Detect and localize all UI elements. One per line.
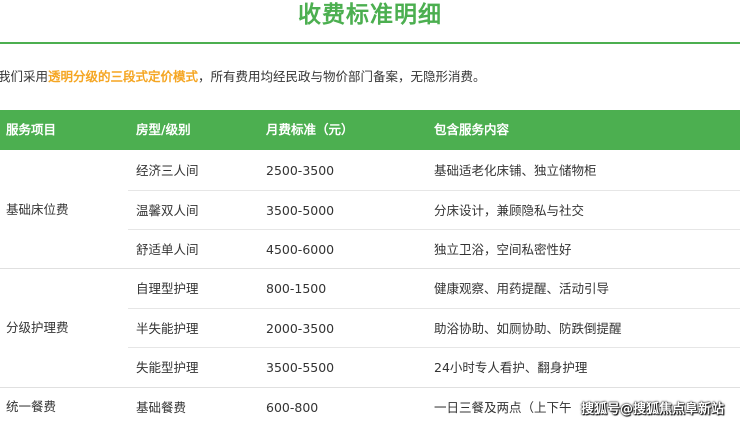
- row-content: 24小时专人看护、翻身护理: [434, 360, 588, 375]
- table-row: 半失能护理 2000-3500 助浴协助、如厕协助、防跌倒提醒: [0, 309, 740, 348]
- header-content: 包含服务内容: [434, 122, 510, 137]
- row-level: 自理型护理: [136, 281, 199, 296]
- intro-prefix: 我们采用: [0, 69, 49, 84]
- row-content: 独立卫浴，空间私密性好: [434, 242, 572, 257]
- row-price: 3500-5500: [266, 360, 335, 375]
- header-service: 服务项目: [6, 122, 57, 137]
- table-header: 服务项目 房型/级别 月费标准（元） 包含服务内容: [0, 110, 740, 150]
- row-level: 温馨双人间: [136, 203, 199, 218]
- row-content: 一日三餐及两点（上下午: [434, 400, 572, 415]
- row-level: 失能型护理: [136, 360, 199, 375]
- title-divider: [0, 42, 740, 44]
- row-level: 经济三人间: [136, 163, 199, 178]
- page-title: 收费标准明细: [298, 2, 442, 28]
- row-content: 基础适老化床铺、独立储物柜: [434, 163, 597, 178]
- table-row: 舒适单人间 4500-6000 独立卫浴，空间私密性好: [0, 230, 740, 269]
- row-content: 助浴协助、如厕协助、防跌倒提醒: [434, 321, 622, 336]
- row-level: 舒适单人间: [136, 242, 199, 257]
- row-price: 2000-3500: [266, 321, 335, 336]
- row-price: 3500-5000: [266, 203, 335, 218]
- row-content: 健康观察、用药提醒、活动引导: [434, 281, 610, 296]
- table-row: 经济三人间 2500-3500 基础适老化床铺、独立储物柜: [0, 151, 740, 190]
- row-level: 基础餐费: [136, 400, 187, 415]
- row-price: 600-800: [266, 400, 319, 415]
- table-row: 失能型护理 3500-5500 24小时专人看护、翻身护理: [0, 348, 740, 387]
- row-price: 800-1500: [266, 281, 327, 296]
- intro-text: 我们采用透明分级的三段式定价模式，所有费用均经民政与物价部门备案，无隐形消费。: [0, 66, 486, 85]
- header-level: 房型/级别: [136, 122, 191, 137]
- table-row: 自理型护理 800-1500 健康观察、用药提醒、活动引导: [0, 269, 740, 308]
- table-row: 温馨双人间 3500-5000 分床设计，兼顾隐私与社交: [0, 191, 740, 230]
- row-content: 分床设计，兼顾隐私与社交: [434, 203, 585, 218]
- intro-suffix: ，所有费用均经民政与物价部门备案，无隐形消费。: [198, 69, 486, 84]
- watermark: 搜狐号@搜狐焦点阜新站: [580, 402, 724, 417]
- row-level: 半失能护理: [136, 321, 199, 336]
- row-price: 4500-6000: [266, 242, 335, 257]
- row-price: 2500-3500: [266, 163, 335, 178]
- header-price: 月费标准（元）: [266, 122, 354, 137]
- intro-highlight: 透明分级的三段式定价模式: [48, 69, 199, 84]
